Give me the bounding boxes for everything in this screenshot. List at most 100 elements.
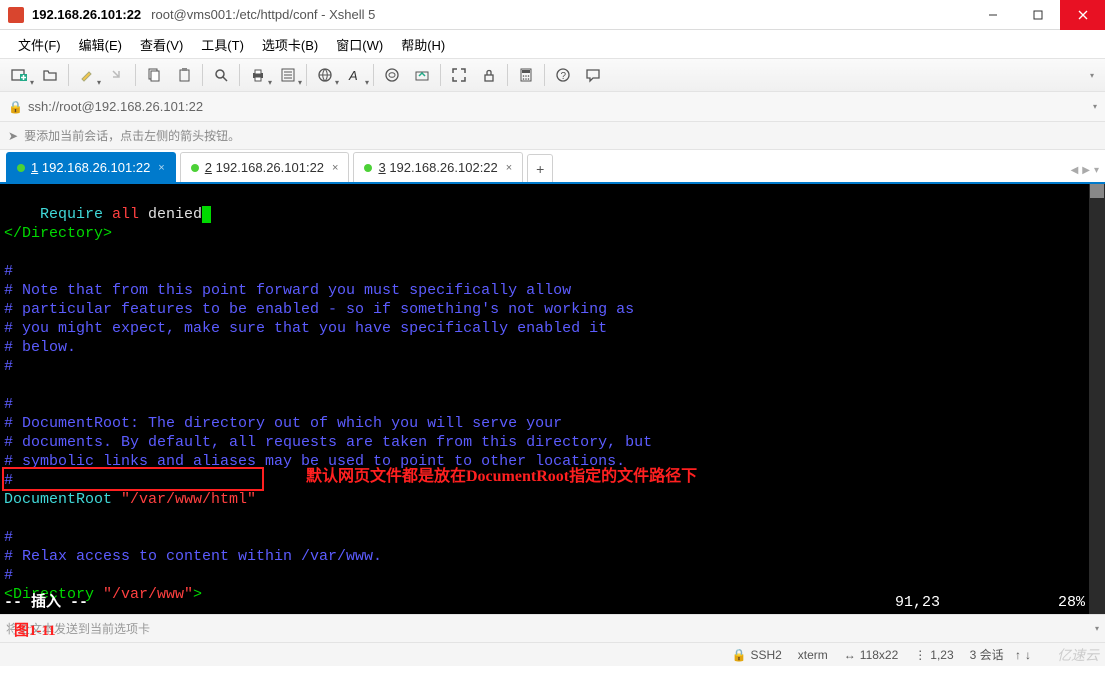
annotation-text: 默认网页文件都是放在DocumentRoot指定的文件路径下 xyxy=(306,467,697,486)
minimize-button[interactable] xyxy=(970,0,1015,30)
separator xyxy=(544,64,545,86)
status-dot-icon xyxy=(191,164,199,172)
properties-button[interactable] xyxy=(274,61,302,89)
window-controls xyxy=(970,0,1105,30)
separator xyxy=(135,64,136,86)
hint-text: 要添加当前会话，点击左侧的箭头按钮。 xyxy=(24,127,240,144)
terminal-status-line: -- 插入 -- 91,23 28% xyxy=(0,593,1089,612)
menu-help[interactable]: 帮助(H) xyxy=(393,31,453,58)
tab-3[interactable]: 3 192.168.26.102:22 × xyxy=(353,152,523,182)
separator xyxy=(239,64,240,86)
tab-label: 192.168.26.101:22 xyxy=(42,160,150,175)
tab-index: 2 xyxy=(205,160,212,175)
close-button[interactable] xyxy=(1060,0,1105,30)
status-size: ↔118x22 xyxy=(844,648,898,662)
tab-add-button[interactable]: + xyxy=(527,154,553,182)
session-url[interactable]: ssh://root@192.168.26.101:22 xyxy=(28,99,203,114)
new-session-button[interactable] xyxy=(6,61,34,89)
chat-button[interactable] xyxy=(579,61,607,89)
separator xyxy=(507,64,508,86)
compose-overflow[interactable]: ▾ xyxy=(1095,624,1099,633)
tab-2[interactable]: 2 192.168.26.101:22 × xyxy=(180,152,350,182)
term-line: # particular features to be enabled - so… xyxy=(4,301,634,318)
xftp-button[interactable] xyxy=(408,61,436,89)
status-ssh: 🔒SSH2 xyxy=(731,648,781,662)
term-line: # xyxy=(4,567,13,584)
menu-window[interactable]: 窗口(W) xyxy=(328,31,391,58)
lock-button[interactable] xyxy=(475,61,503,89)
status-term: xterm xyxy=(798,648,828,662)
tabbar: 1 192.168.26.101:22 × 2 192.168.26.101:2… xyxy=(0,150,1105,184)
menubar: 文件(F) 编辑(E) 查看(V) 工具(T) 选项卡(B) 窗口(W) 帮助(… xyxy=(0,30,1105,58)
separator xyxy=(440,64,441,86)
font-button[interactable]: A xyxy=(341,61,369,89)
separator xyxy=(373,64,374,86)
term-line: # xyxy=(4,529,13,546)
term-line: DocumentRoot xyxy=(4,491,121,508)
up-arrow-icon[interactable]: ↑ xyxy=(1015,648,1021,662)
status-dot-icon xyxy=(364,164,372,172)
status-cursor: ⋮1,23 xyxy=(914,648,953,662)
term-line: # documents. By default, all requests ar… xyxy=(4,434,652,451)
term-line: # xyxy=(4,396,13,413)
encoding-button[interactable] xyxy=(311,61,339,89)
lock-icon: 🔒 xyxy=(8,100,24,114)
tab-close-icon[interactable]: × xyxy=(332,162,338,174)
open-session-button[interactable] xyxy=(36,61,64,89)
app-icon xyxy=(8,7,24,23)
fullscreen-button[interactable] xyxy=(445,61,473,89)
menu-edit[interactable]: 编辑(E) xyxy=(71,31,130,58)
paste-button[interactable] xyxy=(170,61,198,89)
menu-view[interactable]: 查看(V) xyxy=(132,31,191,58)
reconnect-button[interactable] xyxy=(103,61,131,89)
window-subtitle: root@vms001:/etc/httpd/conf - Xshell 5 xyxy=(151,7,375,22)
titlebar: 192.168.26.101:22 root@vms001:/etc/httpd… xyxy=(0,0,1105,30)
tab-overflow[interactable]: ▾ xyxy=(1094,165,1099,176)
figure-label: 图1-11 xyxy=(14,619,56,640)
scrollbar[interactable] xyxy=(1089,184,1105,614)
tab-prev-icon[interactable]: ◀ xyxy=(1071,165,1079,176)
tab-label: 192.168.26.102:22 xyxy=(389,160,497,175)
calc-button[interactable] xyxy=(512,61,540,89)
terminal[interactable]: Require all denied </Directory> # # Note… xyxy=(0,184,1105,614)
term-line: "/var/www/html" xyxy=(121,491,256,508)
addressbar: 🔒 ssh://root@192.168.26.101:22 ▾ xyxy=(0,92,1105,122)
tab-index: 3 xyxy=(378,160,385,175)
statusbar: 🔒SSH2 xterm ↔118x22 ⋮1,23 3 会话 ↑↓ 亿速云 xyxy=(0,642,1105,666)
term-line: Require xyxy=(4,206,112,223)
copy-button[interactable] xyxy=(140,61,168,89)
menu-tabs[interactable]: 选项卡(B) xyxy=(254,31,326,58)
term-line: # Relax access to content within /var/ww… xyxy=(4,548,382,565)
term-line: # DocumentRoot: The directory out of whi… xyxy=(4,415,562,432)
print-button[interactable] xyxy=(244,61,272,89)
resize-icon: ↔ xyxy=(844,648,856,662)
cursor-icon: ⋮ xyxy=(914,648,926,662)
compose-bar[interactable]: 将全文本发送到当前选项卡 图1-11 ▾ xyxy=(0,614,1105,642)
status-sessions: 3 会话 ↑↓ xyxy=(970,646,1031,663)
addressbar-overflow[interactable]: ▾ xyxy=(1093,102,1097,111)
xagent-button[interactable] xyxy=(378,61,406,89)
maximize-button[interactable] xyxy=(1015,0,1060,30)
tab-close-icon[interactable]: × xyxy=(158,162,164,174)
scrollbar-thumb[interactable] xyxy=(1090,184,1104,198)
down-arrow-icon[interactable]: ↓ xyxy=(1025,648,1031,662)
separator xyxy=(68,64,69,86)
help-button[interactable]: ? xyxy=(549,61,577,89)
vim-position: 91,23 xyxy=(895,593,1025,612)
color-highlight-button[interactable] xyxy=(73,61,101,89)
tab-1[interactable]: 1 192.168.26.101:22 × xyxy=(6,152,176,182)
arrow-icon[interactable]: ➤ xyxy=(8,129,18,143)
term-line: # xyxy=(4,472,13,489)
tab-label: 192.168.26.101:22 xyxy=(216,160,324,175)
menu-tools[interactable]: 工具(T) xyxy=(193,31,252,58)
vim-percent: 28% xyxy=(1025,593,1085,612)
toolbar-overflow[interactable]: ▾ xyxy=(1085,71,1099,80)
tab-close-icon[interactable]: × xyxy=(506,162,512,174)
term-line: # Note that from this point forward you … xyxy=(4,282,571,299)
menu-file[interactable]: 文件(F) xyxy=(10,31,69,58)
term-line: </Directory> xyxy=(4,225,112,242)
terminal-content[interactable]: Require all denied </Directory> # # Note… xyxy=(0,184,1105,614)
tab-next-icon[interactable]: ▶ xyxy=(1082,165,1090,176)
find-button[interactable] xyxy=(207,61,235,89)
lock-icon: 🔒 xyxy=(731,648,746,662)
